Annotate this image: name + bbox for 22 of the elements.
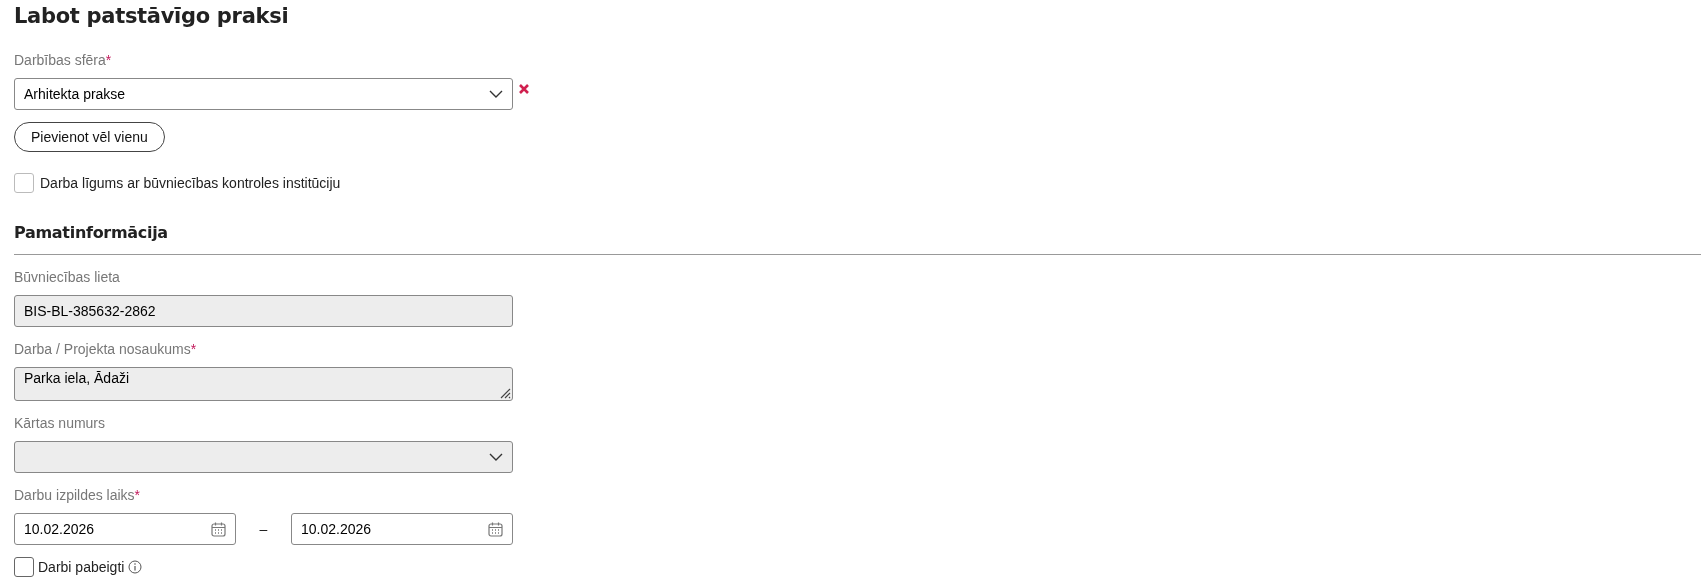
activity-select[interactable]: Arhitekta prakse [14,78,513,110]
info-icon[interactable] [128,560,143,574]
remove-icon[interactable] [519,84,529,94]
field-label: Darbu izpildes laiks* [14,487,141,503]
chevron-down-icon [489,90,503,98]
date-field[interactable]: 10.02.2026 [14,513,236,545]
range-separator: – [258,521,269,537]
checkbox-label: Darba līgums ar būvniecības kontroles institūciju [40,175,341,191]
calendar-icon[interactable] [211,521,226,537]
chevron-down-icon [489,453,503,461]
checkbox[interactable] [14,173,34,193]
field-label: Darbības sfēra* [14,52,112,68]
calendar-icon[interactable] [488,521,503,537]
page-title: Labot patstāvīgo praksi [14,3,290,30]
checkbox-label: Darbi pabeigti [38,559,125,575]
add-another-button[interactable]: Pievienot vēl vienu [14,122,165,152]
field-label: Kārtas numurs [14,415,106,431]
field-label: Darba / Projekta nosaukums* [14,341,197,357]
checkbox[interactable] [14,557,34,577]
section-title: Pamatinformācija [14,223,169,244]
field-label: Būvniecības lieta [14,269,120,285]
date-field[interactable]: 10.02.2026 [291,513,513,545]
